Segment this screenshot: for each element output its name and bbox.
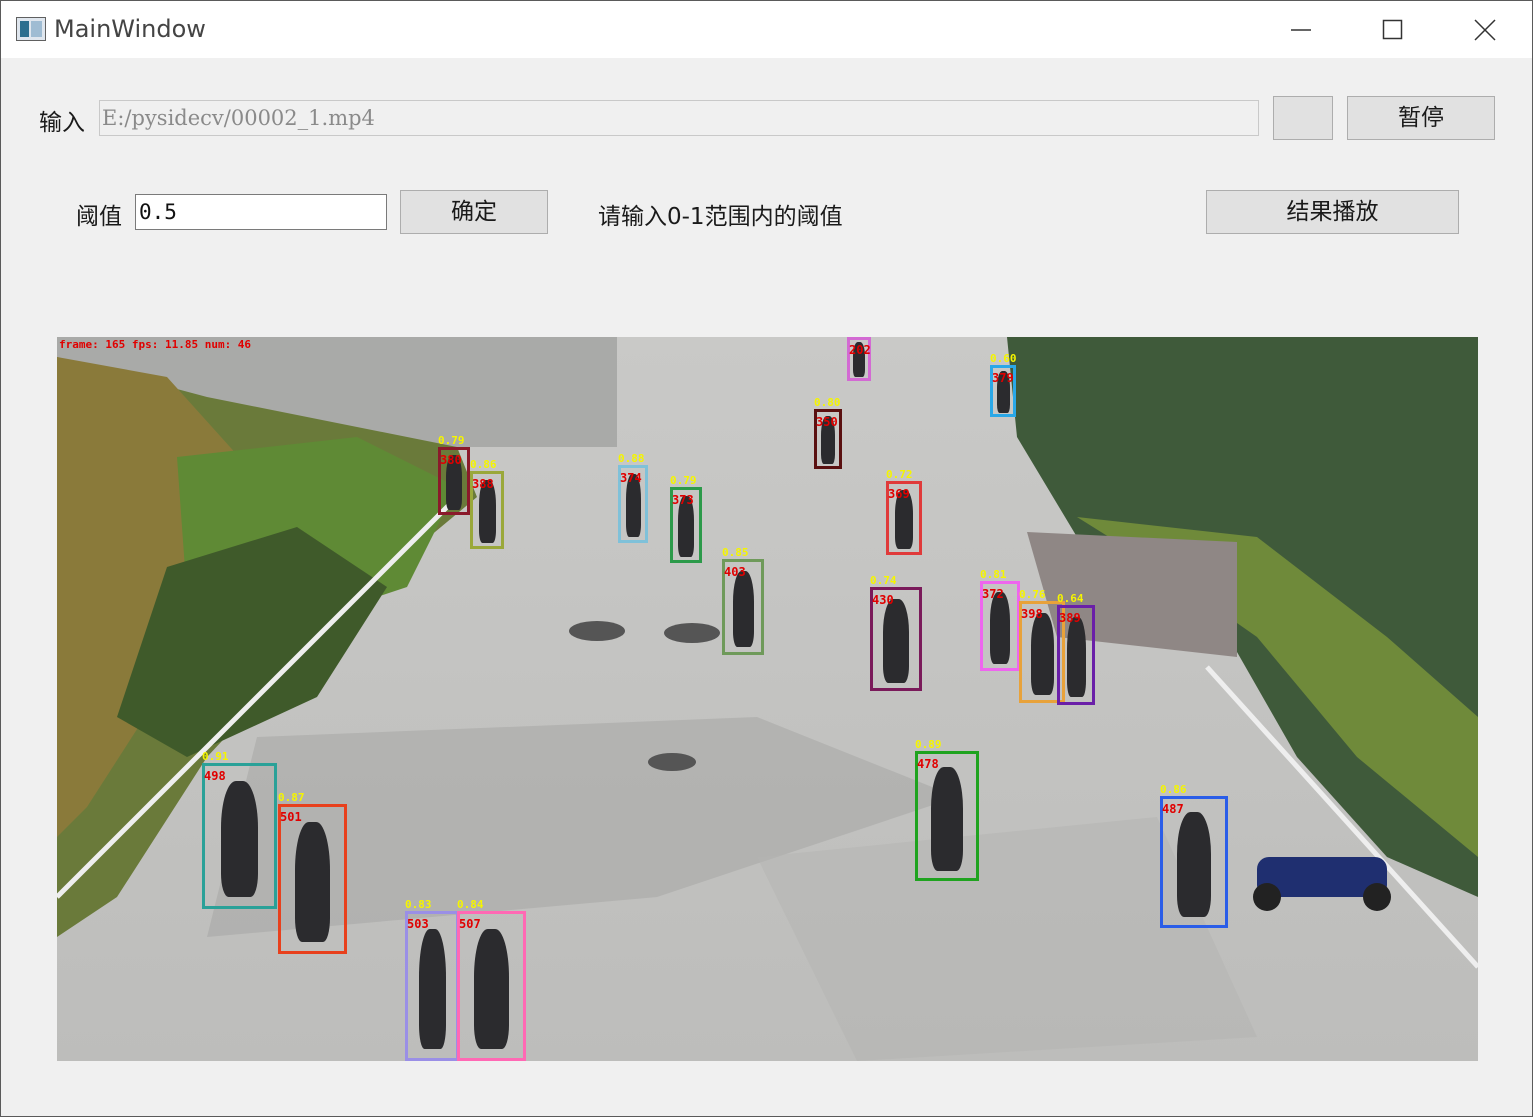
maximize-icon [1382,19,1403,40]
detection-track-id: 430 [872,593,894,607]
detection-track-id: 202 [849,343,871,357]
app-window-icon [16,17,46,41]
detection-track-id: 498 [204,769,226,783]
detection-confidence: 0.80 [814,396,841,409]
detection-track-id: 501 [280,810,302,824]
minimize-icon [1291,29,1311,31]
detection-track-id: 372 [982,587,1004,601]
result-play-button[interactable]: 结果播放 [1206,190,1459,234]
video-stats-overlay: frame: 165 fps: 11.85 num: 46 [59,338,252,351]
detection-confidence: 0.85 [722,546,749,559]
detection-track-id: 403 [724,565,746,579]
input-label: 输入 [39,110,85,136]
detection-box [278,804,347,954]
detection-confidence: 0.89 [915,738,942,751]
detection-confidence: 0.64 [1057,592,1084,605]
detection-confidence: 0.79 [670,474,697,487]
scene-background [57,337,1478,1061]
video-frame: frame: 165 fps: 11.85 num: 46 0.91 498 0.8… [57,337,1478,1061]
detection-confidence: 0.72 [886,468,913,481]
detection-confidence: 0.83 [405,898,432,911]
detection-confidence: 0.74 [870,574,897,587]
detection-box [405,911,459,1061]
detection-track-id: 487 [1162,802,1184,816]
pause-button[interactable]: 暂停 [1347,96,1495,140]
main-window: MainWindow 输入 E:/pysidecv/00002_1.mp4 暂停… [0,0,1533,1117]
detection-track-id: 507 [459,917,481,931]
detection-track-id: 380 [440,453,462,467]
threshold-label: 阈值 [76,204,122,230]
confirm-button[interactable]: 确定 [400,190,548,234]
detection-track-id: 478 [917,757,939,771]
window-title: MainWindow [54,15,206,43]
detection-track-id: 389 [1059,611,1081,625]
minimize-button[interactable] [1255,1,1347,58]
detection-confidence: 0.76 [1019,588,1046,601]
title-bar: MainWindow [1,1,1532,58]
detection-box [202,763,277,909]
detection-confidence: 0.86 [1160,783,1187,796]
detection-track-id: 374 [620,471,642,485]
browse-button[interactable] [1273,96,1333,140]
detection-confidence: 0.79 [438,434,465,447]
detection-track-id: 350 [816,415,838,429]
detection-confidence: 0.84 [457,898,484,911]
detection-confidence: 0.88 [618,452,645,465]
detection-track-id: 388 [472,477,494,491]
detection-confidence: 0.91 [202,750,229,763]
detection-confidence: 0.60 [990,352,1017,365]
detection-track-id: 398 [1021,607,1043,621]
close-button[interactable] [1439,1,1531,58]
detection-confidence: 0.81 [980,568,1007,581]
close-icon [1474,19,1496,41]
detection-box [457,911,526,1061]
input-path-field[interactable]: E:/pysidecv/00002_1.mp4 [99,100,1259,136]
detection-confidence: 0.86 [470,458,497,471]
threshold-input[interactable]: 0.5 [135,194,387,230]
detection-track-id: 369 [888,487,910,501]
threshold-hint: 请输入0-1范围内的阈值 [598,204,843,230]
detection-confidence: 0.87 [278,791,305,804]
maximize-button[interactable] [1347,1,1439,58]
detection-track-id: 373 [672,493,694,507]
detection-track-id: 503 [407,917,429,931]
detection-track-id: 379 [992,371,1014,385]
